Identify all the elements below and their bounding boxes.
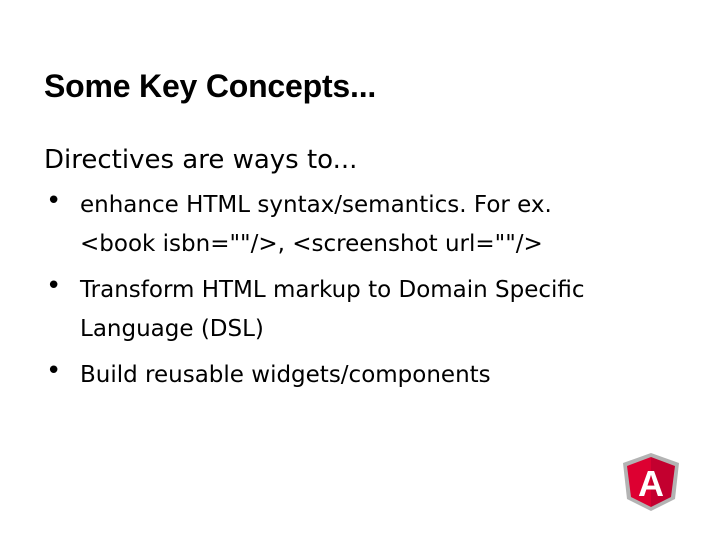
bullet-text-line: Build reusable widgets/components: [80, 362, 491, 388]
angular-logo-icon: A: [623, 453, 679, 511]
bullet-text-line: <book isbn=""/>, <screenshot url=""/>: [80, 231, 543, 257]
bullet-text-line: Language (DSL): [80, 316, 264, 342]
slide: Some Key Concepts... Directives are ways…: [0, 0, 720, 540]
intro-text: Directives are ways to...: [44, 145, 358, 175]
bullet-item: • Transform HTML markup to Domain Specif…: [44, 271, 684, 349]
bullet-dot: •: [46, 271, 62, 301]
bullet-item: • enhance HTML syntax/semantics. For ex.…: [44, 186, 684, 264]
bullet-text-line: enhance HTML syntax/semantics. For ex.: [80, 192, 552, 218]
bullet-dot: •: [46, 186, 62, 216]
logo-letter: A: [638, 463, 664, 504]
bullet-dot: •: [46, 356, 62, 386]
bullet-list: • enhance HTML syntax/semantics. For ex.…: [44, 186, 684, 402]
bullet-item: • Build reusable widgets/components: [44, 356, 684, 395]
bullet-text-line: Transform HTML markup to Domain Specific: [80, 277, 585, 303]
slide-title: Some Key Concepts...: [44, 68, 377, 104]
